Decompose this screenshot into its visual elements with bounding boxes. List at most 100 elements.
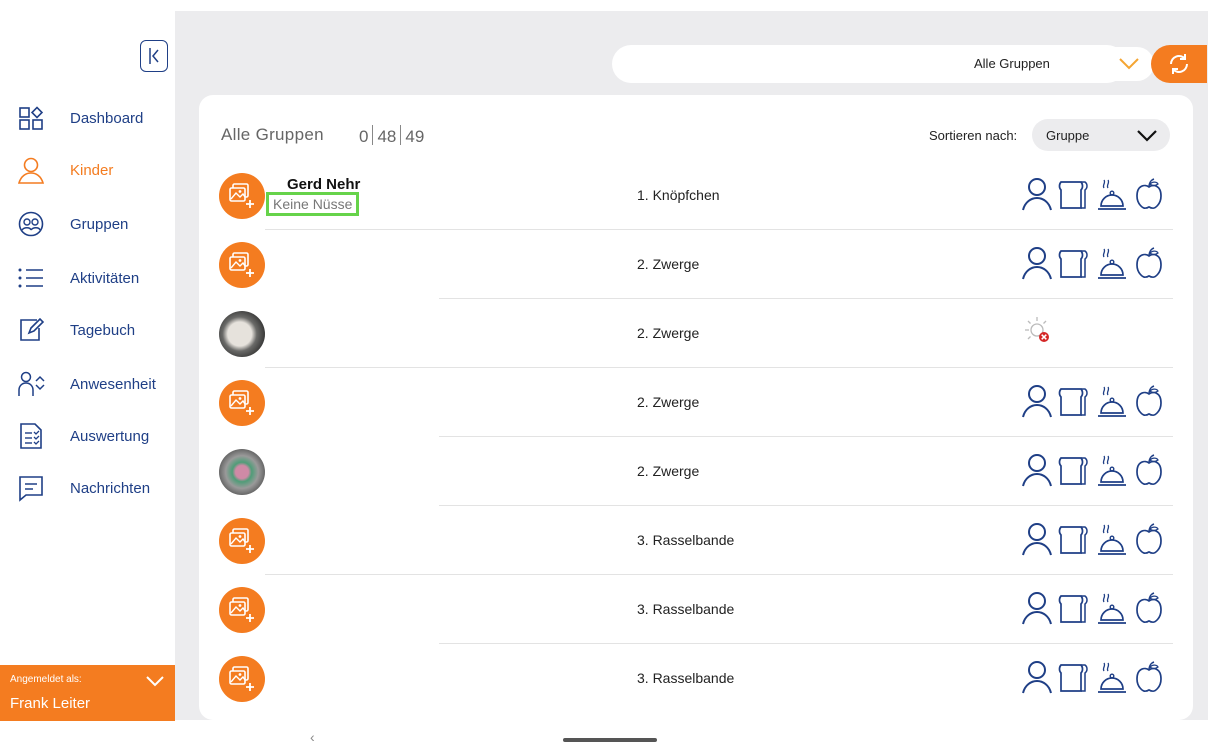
child-group: 3. Rasselbande bbox=[637, 601, 735, 617]
sort-select[interactable]: Gruppe bbox=[1032, 119, 1170, 151]
refresh-icon bbox=[1170, 54, 1188, 74]
message-icon bbox=[16, 473, 46, 503]
sidebar-item-tagebuch[interactable]: Tagebuch bbox=[0, 310, 175, 350]
status-icons bbox=[1021, 245, 1165, 281]
add-photo-button[interactable] bbox=[219, 656, 265, 702]
add-photo-button[interactable] bbox=[219, 173, 265, 219]
meal-cloche-icon[interactable] bbox=[1095, 590, 1129, 626]
list-item[interactable]: 2. Zwerge bbox=[199, 230, 1193, 299]
meal-cloche-icon[interactable] bbox=[1095, 452, 1129, 488]
apple-icon[interactable] bbox=[1133, 383, 1165, 419]
status-icons bbox=[1021, 659, 1165, 695]
sidebar-item-aktivitäten[interactable]: Aktivitäten bbox=[0, 258, 175, 298]
bread-icon[interactable] bbox=[1057, 176, 1091, 212]
meal-cloche-icon[interactable] bbox=[1095, 521, 1129, 557]
list-item[interactable]: 2. Zwerge bbox=[199, 437, 1193, 506]
absent-sun-icon[interactable] bbox=[1021, 314, 1055, 348]
list-item[interactable]: Gerd Nehr Keine Nüsse 1. Knöpfchen bbox=[199, 161, 1193, 230]
person-status-icon[interactable] bbox=[1021, 245, 1053, 281]
sidebar-item-gruppen[interactable]: Gruppen bbox=[0, 204, 175, 244]
meal-cloche-icon[interactable] bbox=[1095, 659, 1129, 695]
add-photo-button[interactable] bbox=[219, 587, 265, 633]
main-content: Alle Gruppen Alle Gruppen 0 48 49 Sortiere… bbox=[175, 11, 1208, 720]
avatar[interactable] bbox=[219, 449, 265, 495]
person-status-icon[interactable] bbox=[1021, 176, 1053, 212]
group-filter-select[interactable]: Alle Gruppen bbox=[958, 47, 1154, 81]
sidebar-item-label: Nachrichten bbox=[70, 479, 151, 497]
bread-icon[interactable] bbox=[1057, 452, 1091, 488]
list-item[interactable]: 2. Zwerge bbox=[199, 299, 1193, 368]
person-status-icon[interactable] bbox=[1021, 383, 1053, 419]
meal-cloche-icon[interactable] bbox=[1095, 245, 1129, 281]
add-photo-button[interactable] bbox=[219, 380, 265, 426]
sidebar-item-label: Tagebuch bbox=[70, 321, 136, 339]
child-group: 2. Zwerge bbox=[637, 256, 700, 272]
sidebar-item-nachrichten[interactable]: Nachrichten bbox=[0, 468, 175, 508]
count-present: 48 bbox=[377, 127, 397, 146]
status-icons bbox=[1021, 521, 1165, 557]
chevron-down-icon[interactable] bbox=[145, 675, 165, 687]
sidebar-item-label: Aktivitäten bbox=[70, 269, 140, 287]
child-note: Keine Nüsse bbox=[266, 192, 360, 216]
attendance-icon bbox=[16, 369, 46, 399]
bread-icon[interactable] bbox=[1057, 521, 1091, 557]
collapse-sidebar-button[interactable] bbox=[140, 40, 168, 72]
add-photo-icon bbox=[229, 183, 254, 208]
sidebar-item-kinder[interactable]: Kinder bbox=[0, 150, 175, 190]
bread-icon[interactable] bbox=[1057, 659, 1091, 695]
add-photo-icon bbox=[229, 597, 254, 622]
dashboard-icon bbox=[16, 103, 46, 133]
user-name: Frank Leiter bbox=[10, 695, 91, 712]
chevron-down-icon bbox=[1119, 58, 1139, 70]
child-group: 3. Rasselbande bbox=[637, 532, 735, 548]
apple-icon[interactable] bbox=[1133, 659, 1165, 695]
person-icon bbox=[16, 155, 46, 185]
count-total: 49 bbox=[405, 127, 425, 146]
list-item[interactable]: 3. Rasselbande bbox=[199, 644, 1193, 713]
add-photo-button[interactable] bbox=[219, 242, 265, 288]
apple-icon[interactable] bbox=[1133, 245, 1165, 281]
group-icon bbox=[16, 209, 46, 239]
add-photo-icon bbox=[229, 252, 254, 277]
edit-icon bbox=[16, 315, 46, 345]
bread-icon[interactable] bbox=[1057, 590, 1091, 626]
apple-icon[interactable] bbox=[1133, 521, 1165, 557]
avatar[interactable] bbox=[219, 311, 265, 357]
user-menu[interactable]: Angemeldet als: Frank Leiter bbox=[0, 665, 175, 721]
person-status-icon[interactable] bbox=[1021, 452, 1053, 488]
chevron-down-icon bbox=[1137, 130, 1157, 142]
person-status-icon[interactable] bbox=[1021, 521, 1053, 557]
child-group: 2. Zwerge bbox=[637, 463, 700, 479]
status-icons bbox=[1021, 314, 1055, 348]
sidebar-item-anwesenheit[interactable]: Anwesenheit bbox=[0, 364, 175, 404]
apple-icon[interactable] bbox=[1133, 590, 1165, 626]
back-chevron-icon[interactable]: ‹ bbox=[310, 729, 315, 745]
person-status-icon[interactable] bbox=[1021, 590, 1053, 626]
bread-icon[interactable] bbox=[1057, 383, 1091, 419]
list-item[interactable]: 3. Rasselbande bbox=[199, 506, 1193, 575]
count-absent: 0 bbox=[359, 127, 369, 146]
meal-cloche-icon[interactable] bbox=[1095, 383, 1129, 419]
logged-in-label: Angemeldet als: bbox=[10, 674, 82, 685]
list-item[interactable]: 2. Zwerge bbox=[199, 368, 1193, 437]
bread-icon[interactable] bbox=[1057, 245, 1091, 281]
person-status-icon[interactable] bbox=[1021, 659, 1053, 695]
list-icon bbox=[16, 263, 46, 293]
status-icons bbox=[1021, 590, 1165, 626]
children-list-card: Alle Gruppen 0 48 49 Sortieren nach: Grupp… bbox=[199, 95, 1193, 720]
sidebar-item-auswertung[interactable]: Auswertung bbox=[0, 416, 175, 456]
list-item[interactable]: 3. Rasselbande bbox=[199, 575, 1193, 644]
child-group: 2. Zwerge bbox=[637, 325, 700, 341]
add-photo-icon bbox=[229, 390, 254, 415]
apple-icon[interactable] bbox=[1133, 452, 1165, 488]
meal-cloche-icon[interactable] bbox=[1095, 176, 1129, 212]
bottom-bar: ‹ bbox=[175, 720, 1208, 752]
sidebar-item-label: Anwesenheit bbox=[70, 375, 156, 393]
add-photo-button[interactable] bbox=[219, 518, 265, 564]
sidebar: Dashboard Kinder Gruppen Aktivitäten Tagebuc… bbox=[0, 0, 175, 752]
refresh-button[interactable] bbox=[1151, 45, 1207, 83]
apple-icon[interactable] bbox=[1133, 176, 1165, 212]
sidebar-item-label: Dashboard bbox=[70, 109, 144, 127]
status-icons bbox=[1021, 176, 1165, 212]
sidebar-item-dashboard[interactable]: Dashboard bbox=[0, 98, 175, 138]
